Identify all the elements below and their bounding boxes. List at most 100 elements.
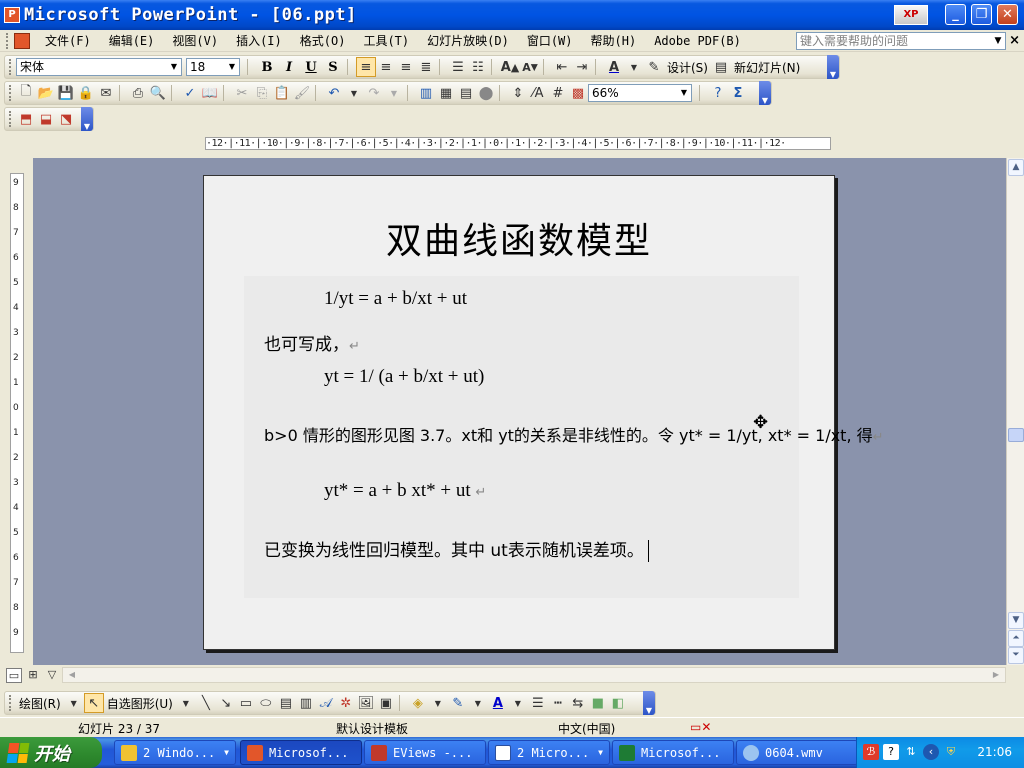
spelling-icon[interactable]: ✓ [180,83,200,103]
network-icon[interactable]: ⇅ [903,744,919,760]
redo-icon[interactable]: ↷ [364,83,384,103]
chevron-down-icon[interactable]: ▼ [508,693,528,713]
increase-indent-icon[interactable]: ⇥ [572,57,592,77]
security-shield-icon[interactable]: ⛨ [943,744,959,760]
menu-file[interactable]: 文件(F) [36,32,100,49]
sigma-icon[interactable]: Σ [728,83,748,103]
convert-to-pdf-icon[interactable]: ⬒ [16,109,36,129]
menu-window[interactable]: 窗口(W) [518,32,582,49]
normal-view-icon[interactable]: ▭ [6,668,22,683]
decrease-indent-icon[interactable]: ⇤ [552,57,572,77]
increase-font-icon[interactable]: A ▲ [500,57,520,77]
design-template-name[interactable]: 默认设计模板 [336,720,408,737]
research-icon[interactable]: 📖 [200,83,220,103]
vertical-scrollbar[interactable]: ▲ ▼ ⏶ ⏷ [1006,158,1024,665]
zoom-select[interactable]: 66% ▼ [588,84,692,102]
toolbar-options-icon[interactable]: ▼ [759,81,771,105]
help-icon[interactable]: ? [708,83,728,103]
scroll-thumb[interactable] [1008,428,1024,442]
select-objects-icon[interactable]: ↖ [83,693,104,713]
undo-icon[interactable]: ↶ [324,83,344,103]
decrease-font-icon[interactable]: A ▼ [520,57,540,77]
design-button[interactable]: 设计(S) [664,59,711,76]
slide-body-placeholder[interactable]: 1/yt = a + b/xt + ut 也可写成，↵ yt = 1/ (a +… [244,276,884,598]
powerpoint-icon[interactable]: P [4,7,20,23]
font-color-button[interactable]: A [604,57,624,77]
align-left-icon[interactable]: ≡ [356,57,376,77]
chevron-down-icon[interactable]: ▼ [677,85,691,101]
tables-borders-icon[interactable]: ▤ [456,83,476,103]
permission-icon[interactable]: 🔒 [76,83,96,103]
show-grid-icon[interactable]: # [548,83,568,103]
italic-button[interactable]: I [278,60,300,75]
previous-slide-icon[interactable]: ⏶ [1008,630,1024,647]
insert-picture-icon[interactable]: ▣ [376,693,396,713]
insert-hyperlink-icon[interactable]: ⬤ [476,83,496,103]
taskbar-item-word[interactable]: 2 Micro... ▼ [488,740,610,765]
document-icon[interactable] [14,32,30,49]
toolbar-grip[interactable] [9,85,12,101]
chevron-down-icon[interactable]: ▼ [344,83,364,103]
restore-button[interactable]: ❐ [971,4,992,25]
scroll-up-icon[interactable]: ▲ [1008,159,1024,176]
font-color-icon[interactable]: A [488,693,508,713]
wordart-icon[interactable]: 𝒜 [316,693,336,713]
justify-icon[interactable]: ≣ [416,57,436,77]
line-color-icon[interactable]: ✎ [448,693,468,713]
save-icon[interactable]: 💾 [56,83,76,103]
autoshapes-button[interactable]: 自选图形(U) [104,695,176,712]
show-formatting-icon[interactable]: ⁄A [528,83,548,103]
horizontal-ruler[interactable]: ·12·|·11·|·10·|·9·|·8·|·7·|·6·|·5·|·4·|·… [205,137,831,150]
chevron-down-icon[interactable]: ▼ [428,693,448,713]
menu-help[interactable]: 帮助(H) [582,32,646,49]
bullets-icon[interactable]: ☷ [468,57,488,77]
numbering-icon[interactable]: ☰ [448,57,468,77]
toolbar-grip[interactable] [6,32,10,49]
font-name-select[interactable]: 宋体 ▼ [16,58,182,76]
dash-style-icon[interactable]: ┅ [548,693,568,713]
clip-art-icon[interactable]: 🖼 [356,693,376,713]
minimize-button[interactable]: _ [945,4,966,25]
3d-style-icon[interactable]: ◧ [608,693,628,713]
menu-format[interactable]: 格式(O) [291,32,355,49]
taskbar-item-excel[interactable]: Microsof... [612,740,734,765]
cut-icon[interactable]: ✂ [232,83,252,103]
close-button[interactable]: ✕ [997,4,1018,25]
chevron-down-icon[interactable]: ▼ [384,83,404,103]
line-icon[interactable]: ╲ [196,693,216,713]
draw-menu-button[interactable]: 绘图(R) [16,695,64,712]
shadow-style-icon[interactable]: ■ [588,693,608,713]
line-style-icon[interactable]: ☰ [528,693,548,713]
chevron-down-icon[interactable]: ▼ [225,59,239,75]
slide-sorter-view-icon[interactable]: ⊞ [25,668,41,683]
input-method-icon[interactable]: ℬ [863,744,879,760]
toolbar-grip[interactable] [9,695,12,711]
new-slide-button[interactable]: 新幻灯片(N) [731,59,803,76]
toolbar-options-icon[interactable]: ▼ [827,55,839,79]
menu-edit[interactable]: 编辑(E) [100,32,164,49]
document-close-button[interactable]: × [1009,33,1020,48]
menu-tools[interactable]: 工具(T) [354,32,418,49]
taskbar-item-windows-explorer[interactable]: 2 Windo... ▼ [114,740,236,765]
toolbar-options-icon[interactable]: ▼ [81,107,93,131]
vertical-ruler[interactable]: 9 8 7 6 5 4 3 2 1 0 1 2 3 4 5 6 7 8 9 [10,173,24,653]
menu-view[interactable]: 视图(V) [163,32,227,49]
chevron-down-icon[interactable]: ▼ [991,33,1005,49]
scroll-right-icon[interactable]: ▶ [989,668,1003,682]
shadow-button[interactable]: S [322,60,344,75]
print-preview-icon[interactable]: 🔍 [148,83,168,103]
oval-icon[interactable]: ⬭ [256,693,276,713]
open-folder-icon[interactable]: 📂 [36,83,56,103]
arrow-icon[interactable]: ↘ [216,693,236,713]
start-button[interactable]: 开始 [0,737,102,768]
rectangle-icon[interactable]: ▭ [236,693,256,713]
arrow-style-icon[interactable]: ⇆ [568,693,588,713]
menu-insert[interactable]: 插入(I) [227,32,291,49]
clock[interactable]: 21:06 [977,745,1012,759]
diagram-icon[interactable]: ✲ [336,693,356,713]
insert-chart-icon[interactable]: ▥ [416,83,436,103]
chevron-down-icon[interactable]: ▼ [468,693,488,713]
toolbar-grip[interactable] [9,111,12,127]
toolbar-grip[interactable] [9,59,12,75]
scroll-left-icon[interactable]: ◀ [65,668,79,682]
